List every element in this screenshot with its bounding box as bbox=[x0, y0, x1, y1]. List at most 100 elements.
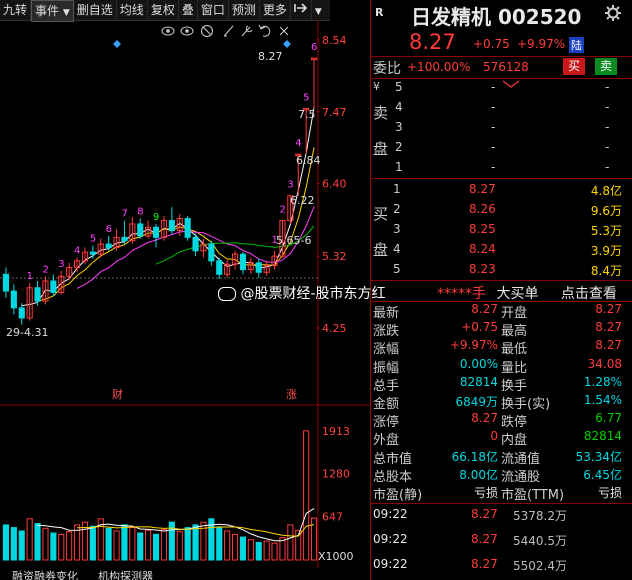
quote-label: 市盈(TTM) bbox=[501, 488, 565, 503]
volume-tick-label: 1280 bbox=[322, 468, 350, 481]
buy-volume: 4.8亿 bbox=[590, 184, 622, 198]
volume-bar bbox=[287, 524, 294, 561]
buy-price: 8.25 bbox=[469, 222, 496, 236]
toolbar-item-adjust[interactable]: 复权 bbox=[148, 0, 179, 20]
moving-average-lines bbox=[21, 106, 315, 307]
buy-price: 8.26 bbox=[469, 202, 496, 216]
buy-button[interactable]: 买 bbox=[563, 58, 585, 75]
buy-price: 8.27 bbox=[469, 182, 496, 196]
undo-icon[interactable] bbox=[258, 24, 271, 37]
close-icon[interactable] bbox=[279, 26, 289, 36]
quote-value: 0.00% bbox=[459, 356, 498, 371]
sell-price: - bbox=[491, 120, 496, 134]
quote-label: 涨停 bbox=[373, 415, 400, 431]
chart-icon-row[interactable] bbox=[161, 24, 289, 37]
eye-icon[interactable] bbox=[161, 26, 175, 36]
quote-value: 6849万 bbox=[455, 395, 498, 409]
tick-volume: 5440.5万 bbox=[513, 534, 567, 548]
quote-label: 总手 bbox=[373, 378, 400, 394]
candle-body bbox=[137, 223, 144, 237]
quote-label: 最低 bbox=[501, 342, 528, 358]
sell-volume: - bbox=[605, 100, 610, 114]
toolbar-item-window[interactable]: 窗口 bbox=[198, 0, 229, 20]
price-change: +0.75 bbox=[473, 37, 510, 51]
stock-title: 日发精机 002520 bbox=[411, 1, 581, 30]
nine-turn-number: 1 bbox=[27, 271, 33, 282]
toolbar-item-forecast[interactable]: 预测 bbox=[229, 0, 260, 20]
sell-button[interactable]: 卖 bbox=[595, 58, 617, 75]
price-tick-label: 4.25 bbox=[322, 322, 347, 335]
big-order-link[interactable]: 点击查看 bbox=[561, 286, 617, 302]
toolbar-pin-icon[interactable] bbox=[291, 0, 312, 20]
tick-time: 09:22 bbox=[373, 507, 408, 521]
big-order-banner[interactable]: *****手 大买单 点击查看 bbox=[437, 283, 617, 303]
volume-bar bbox=[216, 527, 223, 561]
sell-price: - bbox=[491, 140, 496, 154]
quote-value: 8.27 bbox=[595, 338, 622, 353]
eye-icon[interactable] bbox=[180, 26, 194, 36]
quote-label: 涨跌 bbox=[373, 324, 400, 340]
volume-bars bbox=[2, 430, 318, 561]
candle-body bbox=[192, 236, 199, 252]
divider bbox=[371, 280, 632, 281]
quote-label: 流通股 bbox=[501, 469, 541, 485]
toolbar-item-remove-watchlist[interactable]: 删自选 bbox=[74, 0, 117, 20]
tab-institution-detector[interactable]: 机构探测器 bbox=[98, 568, 153, 580]
quote-value: 8.27 bbox=[595, 320, 622, 335]
volume-tick-label: 647 bbox=[322, 510, 343, 523]
volume-bar bbox=[184, 527, 191, 561]
toolbar-item-events[interactable]: 事件 ▼ bbox=[31, 0, 74, 22]
nine-turn-number: 2 bbox=[42, 264, 48, 275]
toolbar-item-ma[interactable]: 均线 bbox=[117, 0, 148, 20]
quote-label: 量比 bbox=[501, 360, 528, 376]
toolbar-item-overlay[interactable]: 叠 bbox=[179, 0, 198, 20]
price-tick-label: 5.32 bbox=[322, 250, 347, 263]
currency-icon: ¥ bbox=[373, 80, 380, 93]
quote-value: 亏损 bbox=[473, 486, 498, 500]
quote-label: 换手 bbox=[501, 378, 528, 394]
candle-body bbox=[168, 220, 175, 232]
divider bbox=[371, 56, 632, 57]
big-order-masked: *****手 bbox=[437, 286, 486, 302]
vol-unit-label: X1000 bbox=[318, 550, 354, 563]
sell-level: 2 bbox=[395, 140, 403, 154]
quote-label: 流通值 bbox=[501, 451, 541, 467]
label-684: 6.84 bbox=[296, 154, 321, 167]
buy-side-label-1: 买 bbox=[373, 205, 389, 223]
sell-price: - bbox=[491, 80, 496, 94]
volume-bar bbox=[145, 529, 152, 561]
candle-body bbox=[152, 226, 160, 238]
nine-turn-number: 5 bbox=[303, 92, 309, 103]
diamond-icon bbox=[113, 40, 121, 48]
sell-side-label-1: 卖 bbox=[373, 104, 389, 122]
r-icon[interactable]: R bbox=[375, 6, 383, 19]
wb-diff: 576128 bbox=[483, 60, 529, 74]
quote-value: 6.45亿 bbox=[583, 467, 622, 482]
tick-volume: 5502.4万 bbox=[513, 559, 567, 573]
toolbar-item-jiuzhuan[interactable]: 九转 bbox=[0, 0, 32, 20]
toolbar-item-more[interactable]: 更多 bbox=[260, 0, 291, 20]
collapse-arrow-icon[interactable] bbox=[501, 79, 521, 89]
volume-bar bbox=[121, 524, 128, 561]
sell-price: - bbox=[491, 160, 496, 174]
gear-icon[interactable] bbox=[605, 5, 621, 24]
weibo-icon bbox=[218, 287, 236, 301]
watermark: @股票财经-股市东方红 bbox=[218, 283, 386, 303]
toolbar-dropdown-icon[interactable]: ▼ bbox=[312, 0, 325, 20]
quote-label: 开盘 bbox=[501, 306, 528, 321]
forbid-icon[interactable] bbox=[201, 25, 213, 37]
sell-level: 4 bbox=[395, 100, 403, 114]
volume-tick-label: 1913 bbox=[322, 425, 350, 438]
buy-volume: 9.6万 bbox=[590, 204, 622, 218]
stock-code: 002520 bbox=[497, 5, 582, 29]
draw-pen-icon[interactable] bbox=[223, 25, 234, 37]
volume-bar bbox=[263, 540, 270, 561]
wrench-icon[interactable] bbox=[241, 25, 253, 37]
nine-turn-number: 4 bbox=[74, 246, 80, 257]
quote-label: 外盘 bbox=[373, 433, 400, 449]
tab-margin-trading[interactable]: 融资融券变化 bbox=[12, 568, 78, 580]
nine-turn-number: 7 bbox=[121, 209, 127, 220]
divider bbox=[371, 178, 632, 179]
volume-bar bbox=[176, 531, 183, 561]
price-tick-label: 6.40 bbox=[322, 178, 347, 191]
